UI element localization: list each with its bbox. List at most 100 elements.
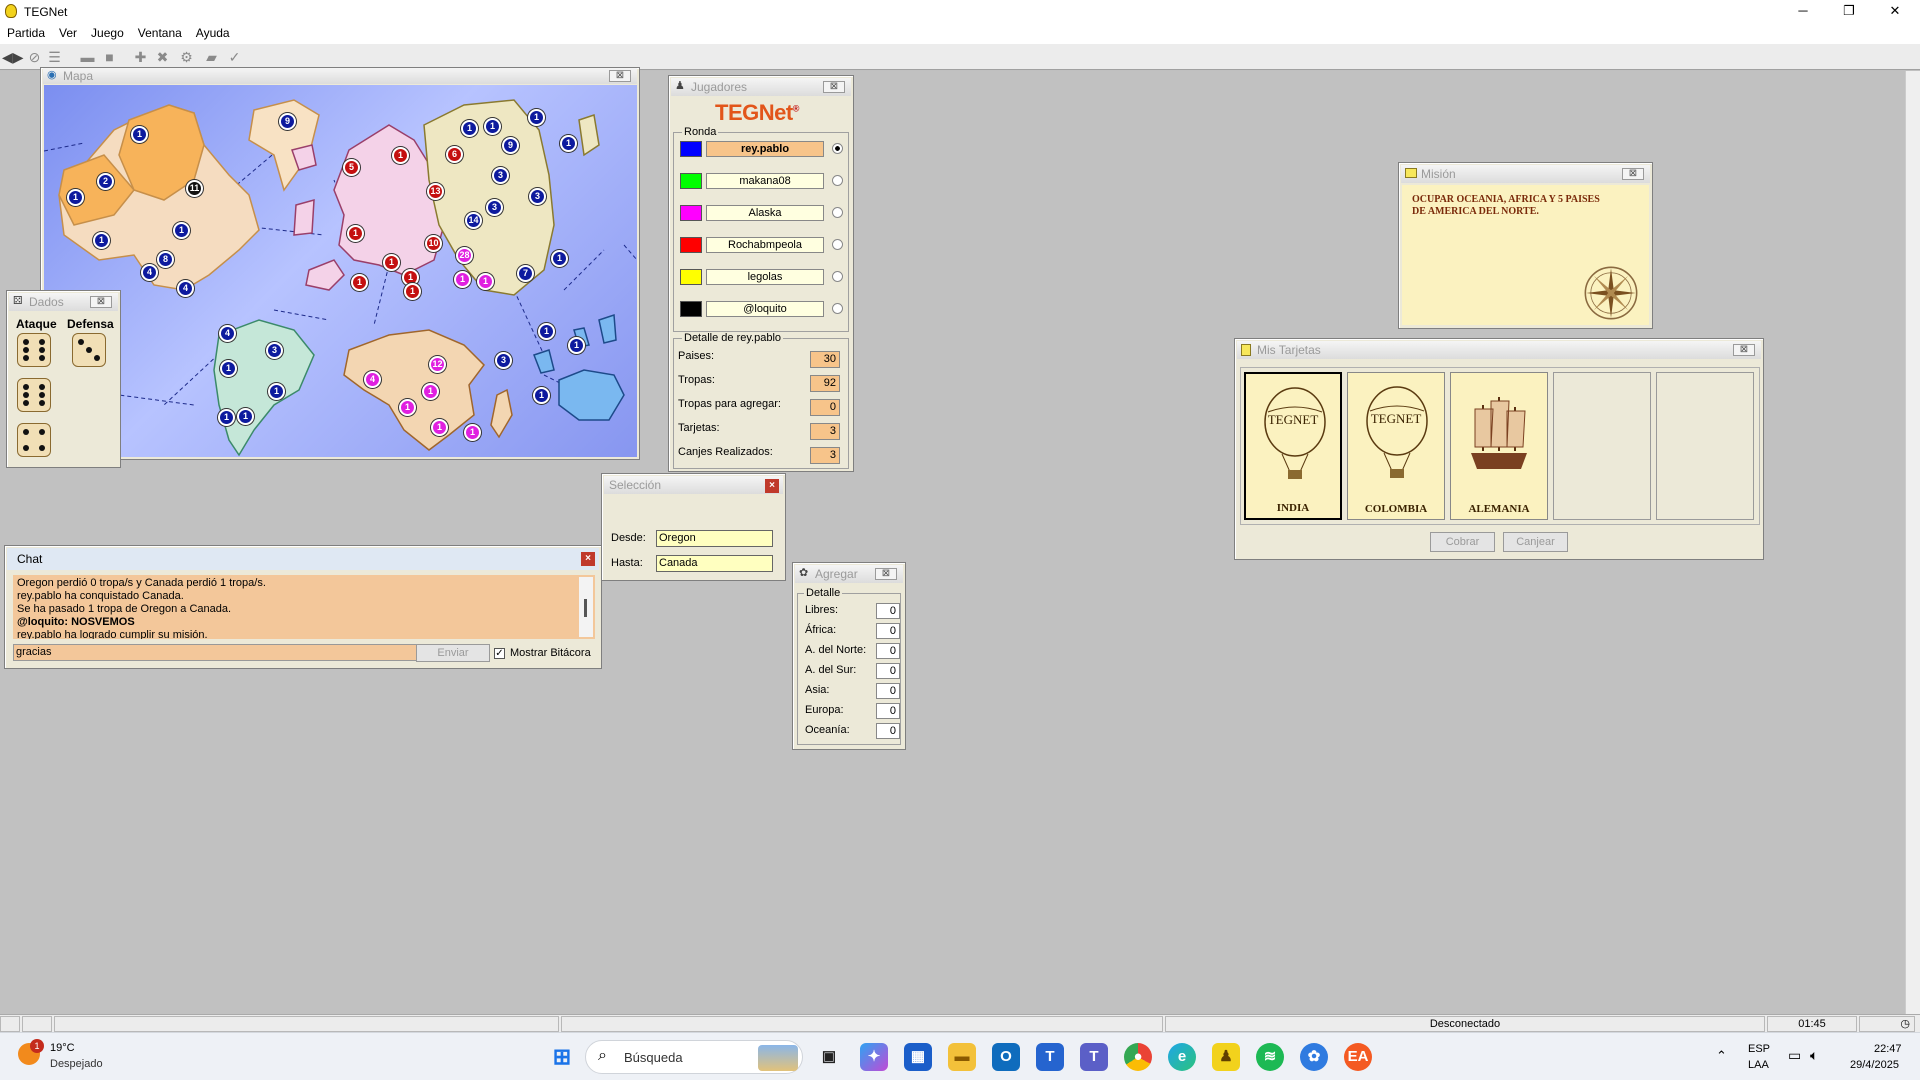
connect-icon[interactable]: ◀▶ <box>2 49 24 66</box>
language-bottom[interactable]: LAA <box>1748 1059 1769 1071</box>
army-marker[interactable]: 1 <box>454 271 471 288</box>
army-marker[interactable]: 14 <box>465 212 482 229</box>
spotify-icon[interactable]: ≋ <box>1256 1043 1284 1071</box>
army-marker[interactable]: 3 <box>492 167 509 184</box>
army-marker[interactable]: 1 <box>538 323 555 340</box>
army-marker[interactable]: 1 <box>173 222 190 239</box>
army-marker[interactable]: 1 <box>93 232 110 249</box>
menu-ayuda[interactable]: Ayuda <box>189 24 237 44</box>
army-marker[interactable]: 3 <box>486 199 503 216</box>
army-marker[interactable]: 1 <box>392 147 409 164</box>
agregar-close-button[interactable]: ⊠ <box>875 568 897 580</box>
army-marker[interactable]: 1 <box>218 409 235 426</box>
hasta-field[interactable]: Canada <box>656 555 773 572</box>
country-card[interactable]: TEGNET INDIA <box>1244 372 1342 520</box>
check-icon[interactable]: ✓ <box>226 49 243 66</box>
army-marker[interactable]: 1 <box>422 383 439 400</box>
chat-input[interactable]: gracias <box>13 644 417 661</box>
army-marker[interactable]: 1 <box>477 273 494 290</box>
task-view-icon[interactable]: ▣ <box>815 1043 843 1071</box>
dice-close-button[interactable]: ⊠ <box>90 296 112 308</box>
army-marker[interactable]: 28 <box>456 247 473 264</box>
clock-time[interactable]: 22:47 <box>1874 1043 1902 1055</box>
taskbar-search[interactable]: ⌕ Búsqueda <box>585 1040 803 1074</box>
menu-ver[interactable]: Ver <box>52 24 84 44</box>
army-marker[interactable]: 6 <box>446 146 463 163</box>
player-row[interactable]: Rochabmpeola <box>678 235 858 255</box>
cobrar-button[interactable]: Cobrar <box>1430 532 1495 552</box>
army-marker[interactable]: 2 <box>97 173 114 190</box>
army-marker[interactable]: 3 <box>495 352 512 369</box>
army-marker[interactable]: 1 <box>461 120 478 137</box>
store-icon[interactable]: ▦ <box>904 1043 932 1071</box>
file-explorer-icon[interactable]: ▬ <box>948 1043 976 1071</box>
army-marker[interactable]: 1 <box>528 109 545 126</box>
menu-ventana[interactable]: Ventana <box>131 24 189 44</box>
army-marker[interactable]: 9 <box>502 137 519 154</box>
vertical-scrollbar[interactable] <box>1905 71 1920 1014</box>
selection-close-button[interactable]: × <box>765 479 779 493</box>
maximize-button[interactable]: ❐ <box>1826 0 1872 22</box>
outlook-icon[interactable]: O <box>992 1043 1020 1071</box>
army-marker[interactable]: 4 <box>177 280 194 297</box>
country-card[interactable]: ALEMANIA <box>1450 372 1548 520</box>
army-marker[interactable]: 1 <box>484 118 501 135</box>
world-map[interactable]: 1 2 9 1 11 1 8 1 4 4 4 3 1 1 1 1 5 1 1 13 6 1 10 1 1 1 28 1 1 1 1 9 1 3 3 3… <box>44 85 637 457</box>
tegnet-taskbar-icon[interactable]: ♟ <box>1212 1043 1240 1071</box>
army-marker[interactable]: 1 <box>67 189 84 206</box>
copilot-icon[interactable]: ✦ <box>860 1043 888 1071</box>
army-marker[interactable]: 7 <box>517 265 534 282</box>
start-icon[interactable]: ⊘ <box>26 49 43 66</box>
start-button[interactable]: ⊞ <box>548 1043 576 1071</box>
close-button[interactable]: ✕ <box>1872 0 1918 22</box>
send-button[interactable]: Enviar <box>416 644 490 662</box>
volume-icon[interactable]: 🔈︎ <box>1810 1047 1818 1064</box>
map-close-button[interactable]: ⊠ <box>609 70 631 82</box>
app-icon-blue[interactable]: ✿ <box>1300 1043 1328 1071</box>
army-marker[interactable]: 12 <box>429 356 446 373</box>
army-marker[interactable]: 9 <box>279 113 296 130</box>
army-marker[interactable]: 1 <box>383 254 400 271</box>
canjear-button[interactable]: Canjear <box>1503 532 1568 552</box>
army-marker[interactable]: 3 <box>529 188 546 205</box>
mission-close-button[interactable]: ⊠ <box>1622 168 1644 180</box>
army-marker[interactable]: 1 <box>399 399 416 416</box>
desde-field[interactable]: Oregon <box>656 530 773 547</box>
chrome-icon[interactable]: ● <box>1124 1043 1152 1071</box>
army-marker[interactable]: 13 <box>427 183 444 200</box>
army-marker[interactable]: 1 <box>560 135 577 152</box>
chevron-up-icon[interactable]: ⌃ <box>1716 1048 1727 1064</box>
army-marker[interactable]: 8 <box>157 251 174 268</box>
army-marker[interactable]: 1 <box>131 126 148 143</box>
army-marker[interactable]: 10 <box>425 235 442 252</box>
cards-icon[interactable]: ▰ <box>203 49 220 66</box>
army-marker[interactable]: 1 <box>220 360 237 377</box>
weather-widget[interactable]: 1 19°C Despejado <box>18 1039 128 1075</box>
teams-icon[interactable]: T <box>1080 1043 1108 1071</box>
list-icon[interactable]: ☰ <box>46 49 63 66</box>
settings-icon[interactable]: ⚙ <box>178 49 195 66</box>
network-icon[interactable]: ▭ <box>1788 1047 1801 1064</box>
chat-scroll-thumb[interactable] <box>584 599 587 617</box>
chat-close-button[interactable]: × <box>581 552 595 566</box>
ea-icon[interactable]: EA <box>1344 1043 1372 1071</box>
cards-close-button[interactable]: ⊠ <box>1733 344 1755 356</box>
army-marker[interactable]: 1 <box>237 408 254 425</box>
army-marker[interactable]: 4 <box>141 264 158 281</box>
stop-icon[interactable]: ■ <box>101 49 118 66</box>
menu-juego[interactable]: Juego <box>84 24 131 44</box>
add-icon[interactable]: ✚ <box>132 49 149 66</box>
menu-partida[interactable]: Partida <box>0 24 52 44</box>
army-marker[interactable]: 1 <box>404 283 421 300</box>
clock-date[interactable]: 29/4/2025 <box>1850 1059 1899 1071</box>
army-marker[interactable]: 1 <box>351 274 368 291</box>
army-marker[interactable]: 3 <box>266 342 283 359</box>
army-marker[interactable]: 1 <box>268 383 285 400</box>
players-close-button[interactable]: ⊠ <box>823 81 845 93</box>
army-marker[interactable]: 4 <box>219 325 236 342</box>
todo-icon[interactable]: T <box>1036 1043 1064 1071</box>
minimize-button[interactable]: ─ <box>1780 0 1826 22</box>
army-marker[interactable]: 4 <box>364 371 381 388</box>
army-marker[interactable]: 1 <box>347 225 364 242</box>
army-marker[interactable]: 1 <box>551 250 568 267</box>
